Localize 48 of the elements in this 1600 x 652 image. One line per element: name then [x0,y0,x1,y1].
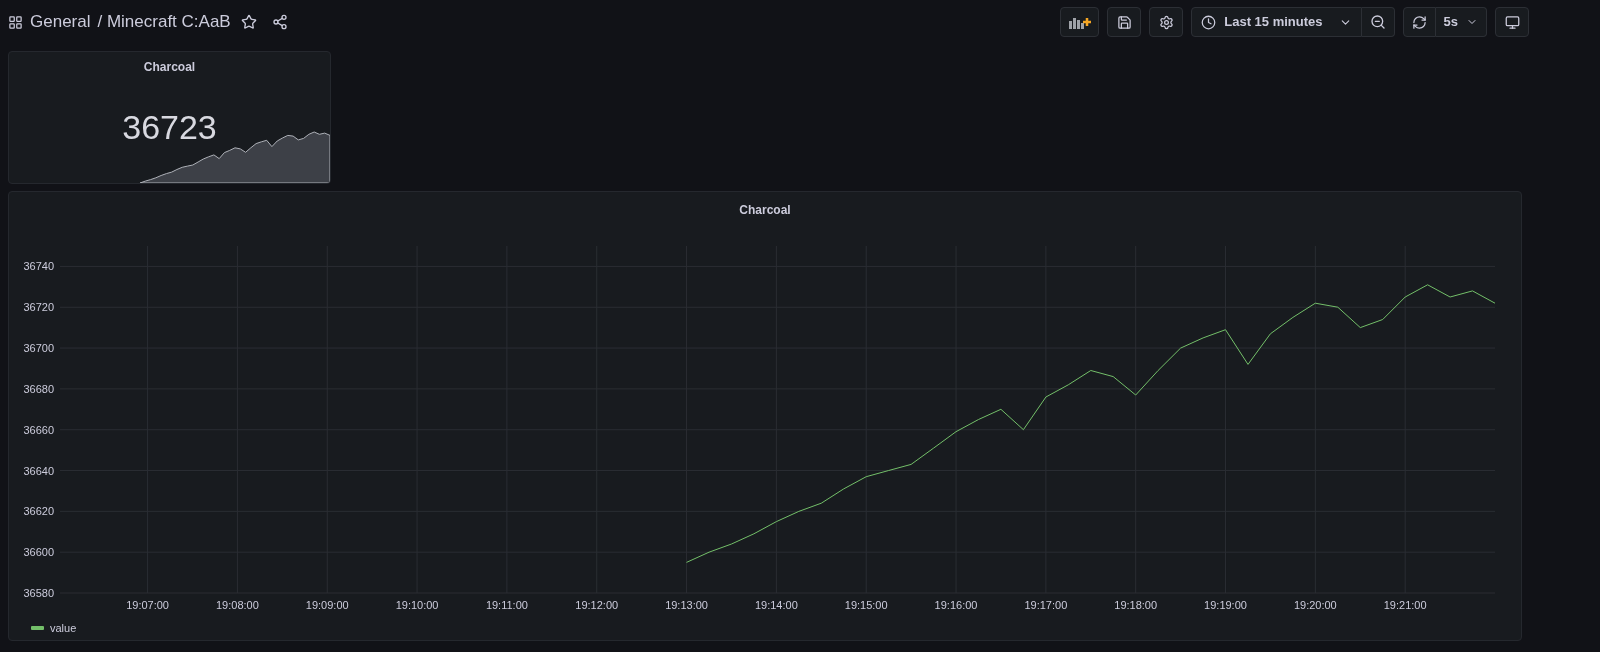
y-axis-label: 36720 [23,301,54,314]
stat-value: 36723 [122,107,217,148]
refresh-icon [1411,14,1427,30]
x-axis-label: 19:08:00 [216,599,259,611]
x-axis-label: 19:13:00 [665,599,708,611]
x-axis-label: 19:20:00 [1293,599,1337,611]
refresh-interval-picker[interactable]: 5s [1435,7,1487,37]
tv-mode-button[interactable] [1495,7,1529,37]
x-axis-label: 19:11:00 [485,599,528,611]
panel-title: Charcoal [143,59,196,76]
clock-icon [1201,14,1217,30]
share-icon[interactable] [271,14,288,30]
y-axis-label: 36600 [23,546,54,559]
y-axis-label: 36660 [23,423,54,436]
x-axis-label: 19:14:00 [754,599,798,611]
y-axis-label: 36640 [23,464,54,477]
x-axis-label: 19:16:00 [934,599,978,611]
x-axis-label: 19:15:00 [844,599,888,611]
x-axis-label: 19:21:00 [1383,599,1427,611]
refresh-button[interactable] [1402,7,1436,37]
settings-button[interactable] [1149,7,1184,37]
zoom-out-icon [1369,14,1386,30]
x-axis-label: 19:07:00 [126,599,169,611]
bar-chart-plus-icon [1068,15,1091,29]
x-axis-label: 19:17:00 [1024,599,1068,611]
breadcrumb-folder[interactable]: General [30,9,91,35]
y-axis-label: 36580 [23,587,54,599]
save-icon [1116,14,1132,30]
x-axis-label: 19:19:00 [1204,599,1247,611]
star-icon[interactable] [240,14,257,30]
dashboard-title[interactable]: / Minecraft C:AaB [97,9,231,35]
grid-icon[interactable] [8,14,23,30]
zoom-out-button[interactable] [1361,7,1395,37]
monitor-icon [1504,14,1520,30]
time-range-picker[interactable]: Last 15 minutes [1191,7,1362,37]
y-axis-label: 36700 [23,342,54,355]
x-axis-label: 19:10:00 [395,599,439,611]
y-axis-label: 36680 [23,382,54,395]
y-axis-label: 36620 [23,505,54,518]
add-panel-button[interactable] [1060,7,1100,37]
x-axis-label: 19:18:00 [1114,599,1158,611]
legend-label[interactable]: value [50,620,77,637]
x-axis-label: 19:09:00 [305,599,349,611]
panel-title: Charcoal [739,202,791,219]
settings-icon [1158,14,1174,30]
y-axis-label: 36740 [23,260,54,273]
save-button[interactable] [1107,7,1142,37]
x-axis-label: 19:12:00 [575,599,619,611]
